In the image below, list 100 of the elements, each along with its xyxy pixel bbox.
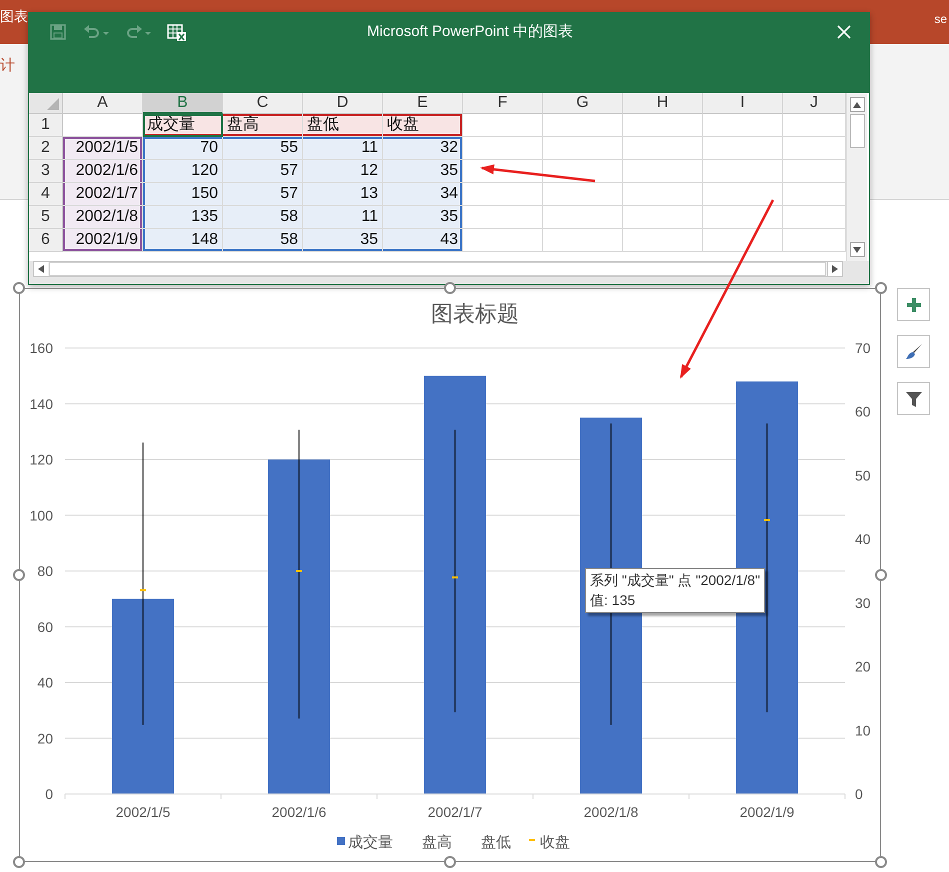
table-cell[interactable] [623, 137, 703, 160]
table-icon[interactable] [167, 23, 187, 43]
table-cell[interactable] [463, 229, 543, 252]
scrollbar-thumb[interactable] [850, 114, 864, 148]
table-cell[interactable] [703, 206, 783, 229]
column-header[interactable]: G [543, 93, 623, 114]
table-cell[interactable]: 35 [383, 206, 463, 229]
filter-icon[interactable] [897, 382, 930, 415]
table-cell[interactable] [703, 229, 783, 252]
legend-label: 盘低 [481, 834, 511, 851]
row-header[interactable]: 5 [29, 206, 63, 229]
row-header[interactable]: 1 [29, 114, 63, 137]
column-header[interactable]: E [383, 93, 463, 114]
table-cell[interactable]: 34 [383, 183, 463, 206]
axis-label: 0 [855, 786, 863, 802]
table-cell[interactable] [463, 206, 543, 229]
column-header[interactable]: A [63, 93, 143, 114]
table-cell[interactable] [623, 114, 703, 137]
column-header[interactable]: I [703, 93, 783, 114]
table-cell[interactable]: 35 [383, 160, 463, 183]
column-header[interactable]: F [463, 93, 543, 114]
column-header[interactable]: C [223, 93, 303, 114]
axis-label: 40 [855, 531, 871, 548]
table-cell[interactable]: 盘低 [303, 114, 383, 137]
column-header[interactable]: B [143, 93, 223, 114]
table-cell[interactable] [623, 206, 703, 229]
table-cell[interactable] [543, 160, 623, 183]
window-title: Microsoft PowerPoint 中的图表 [366, 22, 574, 42]
table-cell[interactable]: 58 [223, 206, 303, 229]
table-cell[interactable]: 120 [143, 160, 223, 183]
row-header[interactable]: 3 [29, 160, 63, 183]
scroll-left-icon[interactable] [34, 262, 48, 276]
table-cell[interactable] [703, 183, 783, 206]
scroll-down-icon[interactable] [850, 242, 864, 257]
axis-label: 160 [30, 340, 53, 356]
table-cell[interactable] [703, 114, 783, 137]
table-cell[interactable] [543, 229, 623, 252]
vertical-scrollbar[interactable] [846, 93, 867, 261]
table-cell[interactable]: 32 [383, 137, 463, 160]
table-cell[interactable]: 135 [143, 206, 223, 229]
column-header[interactable]: H [623, 93, 703, 114]
table-cell[interactable] [463, 137, 543, 160]
table-cell[interactable]: 57 [223, 183, 303, 206]
row-header[interactable]: 4 [29, 183, 63, 206]
table-cell[interactable] [623, 229, 703, 252]
axis-label: 100 [30, 507, 53, 524]
table-cell[interactable]: 11 [303, 206, 383, 229]
row-header[interactable]: 6 [29, 229, 63, 252]
table-cell[interactable] [463, 114, 543, 137]
table-cell[interactable] [543, 114, 623, 137]
table-cell[interactable]: 2002/1/5 [63, 137, 143, 160]
table-cell[interactable]: 70 [143, 137, 223, 160]
table-cell[interactable]: 2002/1/8 [63, 206, 143, 229]
chart-title: 图表标题 [431, 301, 519, 326]
table-cell[interactable]: 2002/1/9 [63, 229, 143, 252]
table-cell[interactable]: 55 [223, 137, 303, 160]
scroll-up-icon[interactable] [850, 97, 864, 112]
legend-label: 盘高 [422, 834, 452, 851]
table-cell[interactable]: 2002/1/7 [63, 183, 143, 206]
table-cell[interactable]: 成交量 [143, 114, 223, 137]
category-label: 2002/1/7 [428, 804, 482, 820]
table-cell[interactable]: 58 [223, 229, 303, 252]
table-cell[interactable] [543, 183, 623, 206]
horizontal-scrollbar[interactable] [33, 261, 843, 277]
category-label: 2002/1/6 [272, 804, 326, 820]
category-label: 2002/1/5 [116, 804, 170, 820]
brush-icon[interactable] [897, 335, 930, 368]
axis-label: 20 [37, 730, 53, 746]
table-cell[interactable] [703, 160, 783, 183]
table-cell[interactable]: 盘高 [223, 114, 303, 137]
table-cell[interactable] [703, 137, 783, 160]
ribbon-tab[interactable]: 计 [0, 56, 15, 75]
table-cell[interactable]: 收盘 [383, 114, 463, 137]
plus-icon[interactable] [897, 288, 930, 321]
table-cell[interactable]: 57 [223, 160, 303, 183]
table-cell[interactable] [623, 160, 703, 183]
category-label: 2002/1/8 [584, 804, 638, 820]
column-header[interactable]: D [303, 93, 383, 114]
table-cell[interactable] [463, 183, 543, 206]
table-cell[interactable]: 12 [303, 160, 383, 183]
table-cell[interactable]: 11 [303, 137, 383, 160]
axis-label: 10 [855, 722, 871, 738]
row-header[interactable]: 2 [29, 137, 63, 160]
axis-label: 30 [855, 594, 871, 611]
scroll-right-icon[interactable] [827, 262, 842, 276]
column-header[interactable]: J [783, 93, 846, 114]
axis-label: 140 [30, 396, 53, 412]
select-all-icon[interactable] [47, 98, 59, 110]
table-cell[interactable] [543, 206, 623, 229]
scrollbar-thumb[interactable] [49, 262, 826, 276]
table-cell[interactable]: 2002/1/6 [63, 160, 143, 183]
table-cell[interactable]: 35 [303, 229, 383, 252]
table-cell[interactable] [463, 160, 543, 183]
tooltip-text: 值: 135 [590, 591, 636, 610]
table-cell[interactable]: 13 [303, 183, 383, 206]
table-cell[interactable]: 43 [383, 229, 463, 252]
table-cell[interactable]: 148 [143, 229, 223, 252]
table-cell[interactable]: 150 [143, 183, 223, 206]
table-cell[interactable] [623, 183, 703, 206]
table-cell[interactable] [543, 137, 623, 160]
